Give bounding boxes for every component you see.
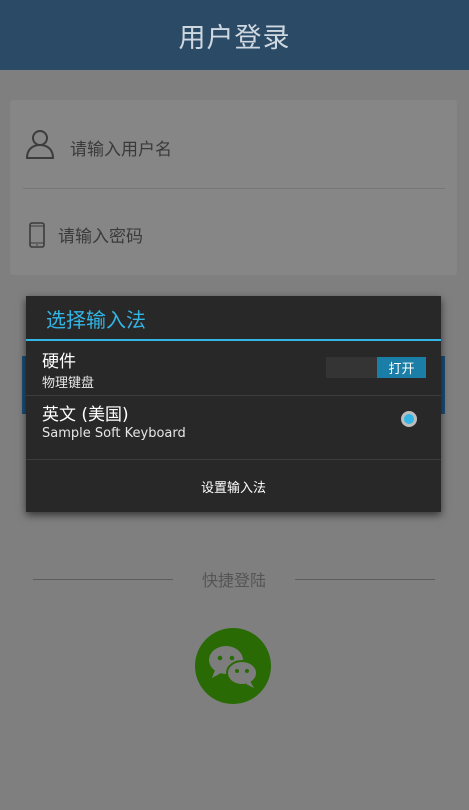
divider-line — [295, 579, 435, 580]
hardware-keyboard-row[interactable]: 硬件 物理键盘 打开 — [26, 341, 441, 394]
login-button-edge — [441, 356, 445, 414]
english-option-subtitle: Sample Soft Keyboard — [42, 426, 186, 441]
input-method-settings-button[interactable]: 设置输入法 — [26, 460, 441, 512]
english-radio-button[interactable] — [401, 411, 417, 427]
wechat-login-button[interactable] — [195, 628, 271, 704]
user-icon — [24, 128, 56, 160]
wechat-icon — [209, 646, 258, 688]
username-placeholder: 请输入用户名 — [70, 140, 172, 160]
toggle-on-label: 打开 — [377, 357, 426, 378]
input-method-dialog: 选择输入法 硬件 物理键盘 打开 英文 (美国) Sample Soft Key… — [26, 296, 441, 512]
hardware-keyboard-toggle[interactable]: 打开 — [326, 357, 426, 378]
english-option-title: 英文 (美国) — [42, 405, 129, 425]
english-keyboard-option[interactable]: 英文 (美国) Sample Soft Keyboard — [26, 396, 441, 458]
username-field[interactable]: 请输入用户名 — [10, 100, 457, 186]
app-header: 用户登录 — [0, 0, 469, 70]
radio-selected-dot — [404, 414, 414, 424]
quick-login-divider: 快捷登陆 — [33, 567, 435, 593]
page-title: 用户登录 — [178, 22, 291, 54]
phone-icon — [28, 222, 48, 248]
hardware-title: 硬件 — [42, 352, 76, 372]
hardware-subtitle: 物理键盘 — [42, 376, 95, 391]
dialog-title: 选择输入法 — [46, 308, 146, 332]
login-card: 请输入用户名 请输入密码 — [10, 100, 457, 275]
password-placeholder: 请输入密码 — [58, 227, 143, 247]
